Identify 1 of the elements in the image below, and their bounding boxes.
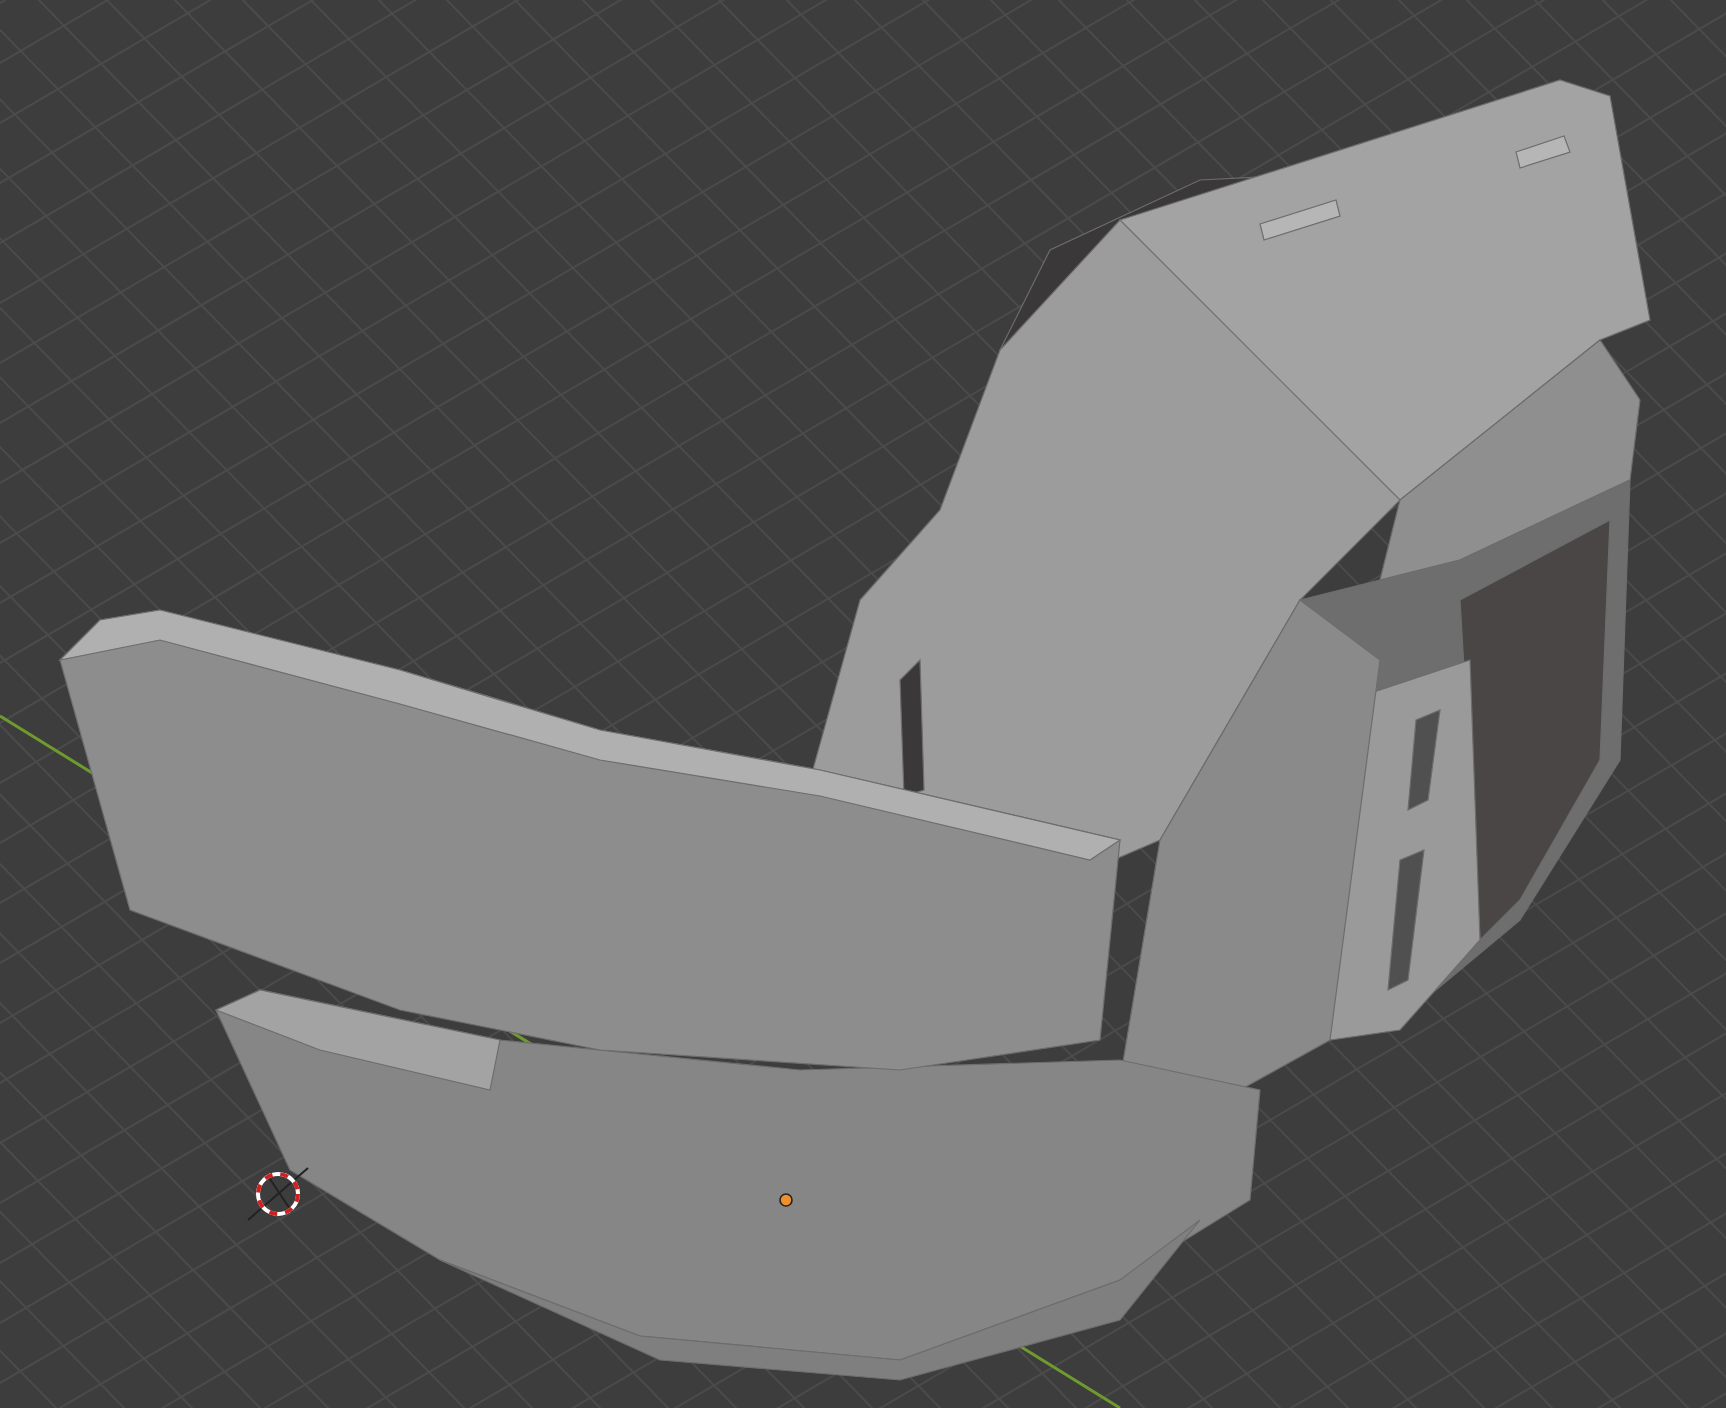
3d-cursor-icon[interactable] <box>247 1167 309 1221</box>
